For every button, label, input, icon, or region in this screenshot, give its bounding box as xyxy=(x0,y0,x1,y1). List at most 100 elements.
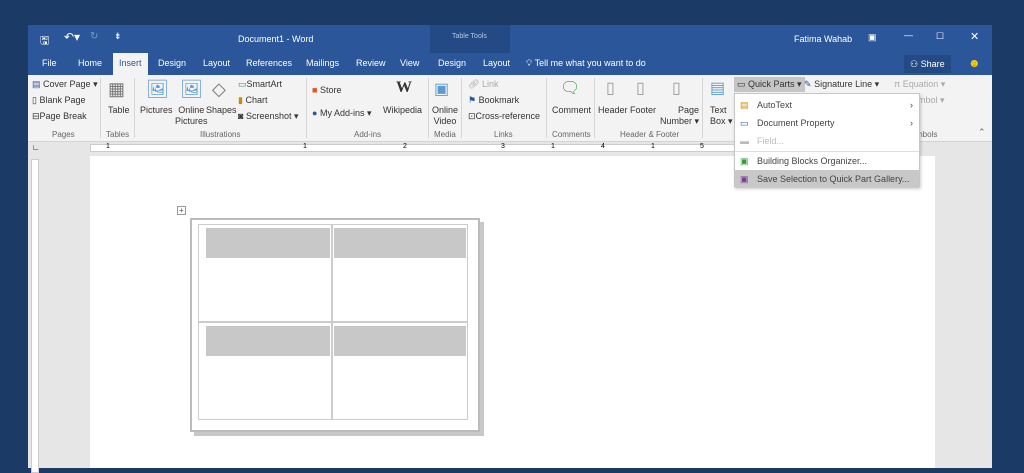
online-label2: Online xyxy=(432,105,459,115)
page-label: Page xyxy=(678,105,700,115)
collapse-ribbon-icon[interactable]: ⌃ xyxy=(978,127,986,138)
blank-page-label: Blank Page xyxy=(39,95,86,105)
online-video-button[interactable]: Online Video xyxy=(432,105,458,127)
screenshot-button[interactable]: ◙ Screenshot ▾ xyxy=(238,111,299,122)
signature-line-label: Signature Line xyxy=(814,79,873,89)
person-icon: ⚇ xyxy=(910,59,919,69)
video-label: Video xyxy=(433,116,457,126)
menu-item-document-property[interactable]: ▭ Document Property › xyxy=(735,114,919,132)
tab-insert[interactable]: Insert xyxy=(113,53,148,75)
header-button[interactable]: Header xyxy=(598,105,628,115)
shapes-icon: ◇ xyxy=(212,79,226,99)
menu-item-save-selection[interactable]: ▣ Save Selection to Quick Part Gallery... xyxy=(735,170,919,188)
table[interactable] xyxy=(190,218,480,432)
close-icon[interactable]: ✕ xyxy=(970,30,979,43)
smartart-button[interactable]: ▭SmartArt xyxy=(238,79,282,90)
link-label: Link xyxy=(481,79,499,89)
tab-file[interactable]: File xyxy=(42,58,57,68)
ruler-mark: 1 xyxy=(551,143,555,150)
tab-design[interactable]: Design xyxy=(158,58,186,68)
cell-shading xyxy=(334,326,466,356)
page-break-button[interactable]: ⊟Page Break xyxy=(32,111,87,122)
tell-me-text: Tell me what you want to do xyxy=(534,58,646,68)
menu-item-building-blocks[interactable]: ▣ Building Blocks Organizer... xyxy=(735,152,919,170)
cell-shading xyxy=(334,228,466,258)
page-number-button[interactable]: Page Number ▾ xyxy=(660,105,699,127)
menu-item-field[interactable]: ▬ Field... xyxy=(735,132,919,150)
text-label: Text xyxy=(710,105,727,115)
bookmark-button[interactable]: ⚑ Bookmark xyxy=(468,95,519,106)
table-icon: ▦ xyxy=(108,79,126,99)
online-video-icon: ▣ xyxy=(434,81,450,98)
ruler-mark: 5 xyxy=(700,143,704,150)
tell-me-box[interactable]: 💡︎ Tell me what you want to do xyxy=(526,58,646,69)
customize-qat-icon[interactable]: ⇟ xyxy=(114,31,122,42)
minimize-icon[interactable]: — xyxy=(904,30,913,40)
store-label: Store xyxy=(319,85,342,95)
wikipedia-button[interactable]: Wikipedia xyxy=(383,105,422,115)
group-comments: Comments xyxy=(552,130,591,139)
smiley-icon[interactable]: ☻ xyxy=(968,56,981,70)
link-button[interactable]: 🔗︎ Link xyxy=(468,79,498,90)
pictures-label: Pictures xyxy=(175,116,208,126)
online-pictures-icon: 🖼︎ xyxy=(180,79,203,99)
save-selection-label: Save Selection to Quick Part Gallery... xyxy=(757,174,910,184)
group-addins: Add-ins xyxy=(354,130,382,139)
tab-view[interactable]: View xyxy=(400,58,419,68)
my-addins-label: My Add-ins xyxy=(319,108,365,118)
comment-button[interactable]: Comment xyxy=(552,105,591,115)
redo-icon[interactable]: ↻ xyxy=(90,31,98,42)
document-page[interactable]: + xyxy=(90,156,935,468)
share-button[interactable]: ⚇ Share xyxy=(904,55,951,73)
tab-home[interactable]: Home xyxy=(78,58,102,68)
vertical-ruler[interactable] xyxy=(28,154,42,473)
tab-references[interactable]: References xyxy=(246,58,292,68)
text-box-button[interactable]: Text Box ▾ xyxy=(710,105,733,127)
my-addins-button[interactable]: ● My Add-ins ▾ xyxy=(312,108,372,119)
tab-selector-icon[interactable]: ∟ xyxy=(32,143,40,152)
blank-page-button[interactable]: ▯ Blank Page xyxy=(32,95,86,106)
shapes-button[interactable]: Shapes xyxy=(206,105,237,115)
submenu-arrow-icon: › xyxy=(910,118,913,128)
cover-page-label: Cover Page xyxy=(43,79,91,89)
online-pictures-button[interactable]: Online Pictures xyxy=(175,105,208,127)
document-property-label: Document Property xyxy=(757,118,835,128)
cover-page-button[interactable]: ▤ Cover Page ▾ xyxy=(32,79,98,90)
menu-item-autotext[interactable]: ▤ AutoText › xyxy=(735,96,919,114)
lightbulb-icon: 💡︎ xyxy=(526,58,533,68)
save-icon[interactable]: 🖫 xyxy=(40,32,49,51)
signature-line-button[interactable]: ✎ Signature Line ▾ xyxy=(804,79,879,90)
maximize-icon[interactable]: ☐ xyxy=(936,31,944,42)
number-label: Number xyxy=(660,116,693,126)
table-move-handle-icon[interactable]: + xyxy=(177,206,186,215)
tab-table-design[interactable]: Design xyxy=(438,58,466,68)
user-name[interactable]: Fatima Wahab xyxy=(794,34,852,44)
tab-review[interactable]: Review xyxy=(356,58,386,68)
field-icon: ▬ xyxy=(740,136,749,146)
store-button[interactable]: ■ Store xyxy=(312,85,341,95)
cross-reference-button[interactable]: ⊡Cross-reference xyxy=(468,111,540,122)
symbol-button[interactable]: mbol ▾ xyxy=(918,95,945,106)
cell-shading xyxy=(206,228,330,258)
undo-icon[interactable]: ↶▾ xyxy=(64,30,80,44)
tab-layout[interactable]: Layout xyxy=(203,58,230,68)
chart-button[interactable]: ▮ Chart xyxy=(238,95,267,106)
table-button[interactable]: Table xyxy=(108,105,130,115)
group-pages: Pages xyxy=(52,130,75,139)
autotext-icon: ▤ xyxy=(740,100,749,110)
tab-mailings[interactable]: Mailings xyxy=(306,58,339,68)
ruler-mark: 3 xyxy=(501,143,505,150)
quick-parts-label: Quick Parts xyxy=(748,79,795,89)
submenu-arrow-icon: › xyxy=(910,100,913,110)
equation-button[interactable]: π Equation ▾ xyxy=(894,79,945,90)
ribbon-display-icon[interactable]: ▣ xyxy=(868,32,877,43)
smartart-label: SmartArt xyxy=(246,79,283,89)
quick-parts-button[interactable]: ▭ Quick Parts ▾ xyxy=(734,77,805,92)
pictures-button[interactable]: Pictures xyxy=(140,105,173,115)
ribbon-tabs: File Home Insert Design Layout Reference… xyxy=(28,53,992,75)
group-links: Links xyxy=(494,130,513,139)
wikipedia-icon: W xyxy=(396,79,412,96)
tab-table-layout[interactable]: Layout xyxy=(483,58,510,68)
bookmark-label: Bookmark xyxy=(478,95,520,105)
footer-button[interactable]: Footer xyxy=(630,105,656,115)
